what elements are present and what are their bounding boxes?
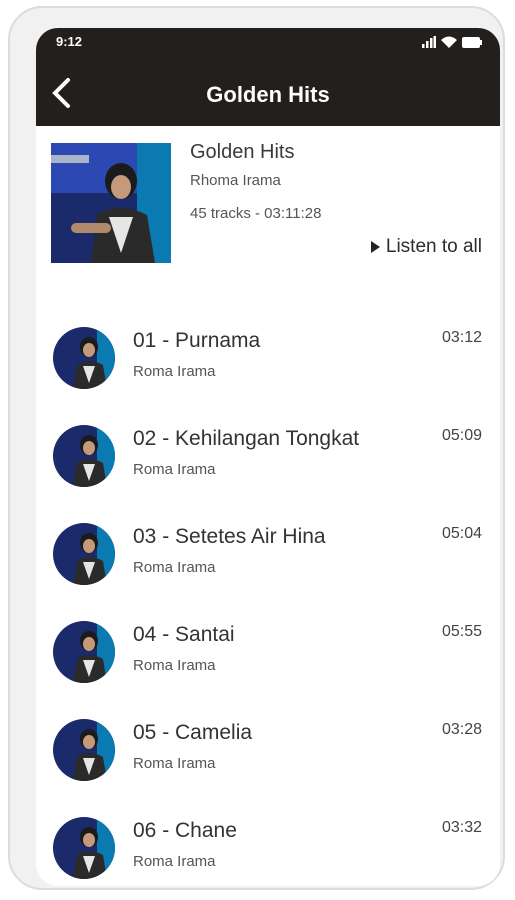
track-row[interactable]: 03 - Setetes Air Hina Roma Irama 05:04 bbox=[36, 519, 500, 617]
page-title: Golden Hits bbox=[206, 82, 330, 107]
track-title: 02 - Kehilangan Tongkat bbox=[133, 427, 360, 450]
status-icons bbox=[422, 36, 482, 48]
app-bar: Golden Hits bbox=[36, 58, 500, 126]
track-duration: 03:32 bbox=[441, 819, 482, 836]
track-duration: 03:28 bbox=[441, 721, 482, 738]
phone-frame: 9:12 Golden Hits Golden Hits Rhoma Irama… bbox=[8, 6, 505, 890]
album-cover bbox=[51, 143, 171, 263]
track-duration: 05:04 bbox=[441, 525, 482, 542]
battery-icon bbox=[462, 37, 482, 48]
album-track-info: 45 tracks - 03:11:28 bbox=[190, 205, 322, 222]
track-thumbnail bbox=[53, 817, 115, 879]
wifi-icon bbox=[441, 36, 457, 48]
track-duration: 05:09 bbox=[441, 427, 482, 444]
track-row[interactable]: 05 - Camelia Roma Irama 03:28 bbox=[36, 715, 500, 813]
track-title: 06 - Chane bbox=[133, 819, 237, 842]
play-icon bbox=[370, 241, 380, 253]
track-duration: 05:55 bbox=[441, 623, 482, 640]
track-title: 01 - Purnama bbox=[133, 329, 261, 352]
track-duration: 03:12 bbox=[441, 329, 482, 346]
status-time: 9:12 bbox=[56, 34, 83, 49]
track-artist: Roma Irama bbox=[133, 755, 216, 772]
track-artist: Roma Irama bbox=[133, 363, 216, 380]
track-artist: Roma Irama bbox=[133, 853, 216, 870]
track-thumbnail bbox=[53, 425, 115, 487]
track-thumbnail bbox=[53, 621, 115, 683]
track-row[interactable]: 02 - Kehilangan Tongkat Roma Irama 05:09 bbox=[36, 421, 500, 519]
track-artist: Roma Irama bbox=[133, 461, 216, 478]
track-row[interactable]: 04 - Santai Roma Irama 05:55 bbox=[36, 617, 500, 715]
album-title: Golden Hits bbox=[190, 141, 295, 163]
album-artist: Rhoma Irama bbox=[190, 172, 281, 189]
track-row[interactable]: 06 - Chane Roma Irama 03:32 bbox=[36, 813, 500, 886]
track-title: 03 - Setetes Air Hina bbox=[133, 525, 326, 548]
track-list: 01 - Purnama Roma Irama 03:12 02 - Kehil… bbox=[36, 323, 500, 886]
album-header: Golden Hits Rhoma Irama 45 tracks - 03:1… bbox=[36, 126, 500, 296]
status-bar: 9:12 bbox=[36, 28, 500, 58]
track-thumbnail bbox=[53, 719, 115, 781]
track-artist: Roma Irama bbox=[133, 559, 216, 576]
app-screen: 9:12 Golden Hits Golden Hits Rhoma Irama… bbox=[36, 28, 500, 886]
track-title: 04 - Santai bbox=[133, 623, 235, 646]
track-thumbnail bbox=[53, 523, 115, 585]
track-artist: Roma Irama bbox=[133, 657, 216, 674]
track-title: 05 - Camelia bbox=[133, 721, 253, 744]
track-row[interactable]: 01 - Purnama Roma Irama 03:12 bbox=[36, 323, 500, 421]
listen-to-all-button[interactable]: Listen to all bbox=[370, 236, 482, 258]
track-thumbnail bbox=[53, 327, 115, 389]
listen-to-all-label: Listen to all bbox=[385, 236, 482, 257]
signal-icon bbox=[422, 36, 436, 48]
